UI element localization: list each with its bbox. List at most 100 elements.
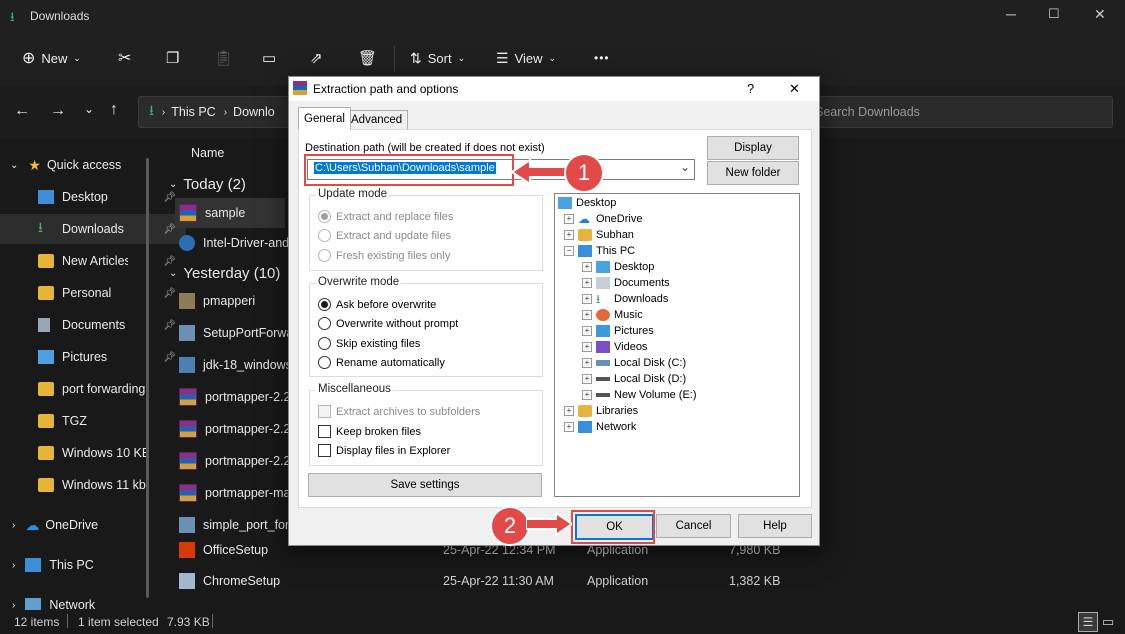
winrar-icon [293, 81, 307, 95]
tree-item-new-volume-e[interactable]: + New Volume (E:) [582, 389, 697, 401]
nav-item-documents[interactable]: Documents 📌︎ [0, 310, 186, 340]
display-button[interactable]: Display [707, 136, 799, 160]
tree-item-subhan[interactable]: + Subhan [564, 229, 634, 241]
nav-item-windows-11-kb[interactable]: Windows 11 kb [0, 470, 186, 500]
more-options-button[interactable]: ••• [594, 44, 610, 72]
desktop-icon [38, 190, 54, 204]
tree-item-downloads[interactable]: + ⭳ Downloads [582, 293, 668, 305]
tree-item-libraries[interactable]: + Libraries [564, 405, 638, 417]
destination-label: Destination path (will be created if doe… [305, 142, 545, 154]
radio-extract-update[interactable]: Extract and update files [318, 229, 451, 242]
dialog-close-icon[interactable]: ✕ [789, 81, 800, 97]
recent-chevron-icon[interactable]: ⌄ [84, 102, 94, 116]
new-button[interactable]: ⊕ New ⌄ [22, 44, 81, 72]
sort-button[interactable]: ⇅ Sort ⌄ [410, 44, 465, 72]
new-folder-button[interactable]: New folder [707, 161, 799, 185]
save-settings-button[interactable]: Save settings [308, 473, 542, 497]
documents-icon [38, 318, 50, 332]
back-icon[interactable]: ← [14, 102, 30, 120]
nav-item-pictures[interactable]: Pictures 📌︎ [0, 342, 186, 372]
tree-item-network[interactable]: + Network [564, 421, 636, 433]
installer-icon [179, 293, 195, 309]
cut-button[interactable]: ✂ [118, 44, 131, 72]
maximize-button[interactable]: ☐ [1048, 6, 1060, 22]
videos-icon [596, 341, 610, 353]
setup-icon [179, 517, 195, 533]
group-header-yesterday[interactable]: ⌄ Yesterday (10) [169, 265, 280, 282]
expand-chevron-icon: › [12, 519, 16, 531]
search-box[interactable]: Search Downloads [815, 96, 1113, 128]
nav-onedrive[interactable]: › ☁ OneDrive [0, 510, 148, 540]
tab-advanced[interactable]: Advanced [345, 110, 409, 130]
tree-item-onedrive[interactable]: + ☁ OneDrive [564, 213, 642, 225]
minimize-button[interactable]: ─ [1006, 6, 1016, 22]
view-button[interactable]: ☰ View ⌄ [496, 44, 556, 72]
details-view-icon[interactable]: ☰ [1078, 612, 1098, 632]
trash-icon: 🗑︎ [358, 50, 378, 67]
nav-scrollbar[interactable] [146, 158, 149, 598]
drive-icon [596, 377, 610, 381]
tab-general[interactable]: General [298, 107, 351, 130]
checkbox-display-in-explorer[interactable]: Display files in Explorer [318, 444, 450, 457]
desktop-icon [596, 261, 610, 273]
checkbox-keep-broken-files[interactable]: Keep broken files [318, 425, 421, 438]
computer-icon [578, 245, 592, 257]
checkbox-extract-to-subfolders[interactable]: Extract archives to subfolders [318, 405, 480, 418]
tree-item-pc-desktop[interactable]: + Desktop [582, 261, 654, 273]
radio-fresh-existing[interactable]: Fresh existing files only [318, 249, 450, 262]
pictures-icon [596, 325, 610, 337]
tree-item-local-disk-c[interactable]: + Local Disk (C:) [582, 357, 686, 369]
tree-item-this-pc[interactable]: − This PC [564, 245, 635, 257]
paste-button[interactable]: 📋︎ [214, 44, 233, 72]
nav-item-port-forwarding[interactable]: port forwarding [0, 374, 186, 404]
radio-ask-before-overwrite[interactable]: Ask before overwrite [318, 298, 436, 311]
rename-button[interactable]: ▭ [262, 44, 276, 72]
share-button[interactable]: ⇗ [310, 44, 323, 72]
tree-item-documents[interactable]: + Documents [582, 277, 670, 289]
forward-icon[interactable]: → [50, 102, 66, 120]
file-row-sample[interactable]: sample [175, 198, 285, 228]
nav-item-personal[interactable]: Personal 📌︎ [0, 278, 186, 308]
nav-item-downloads[interactable]: ⭳ Downloads 📌︎ [0, 214, 186, 244]
tree-item-desktop[interactable]: Desktop [558, 197, 616, 209]
chevron-down-icon[interactable]: ⌄ [680, 160, 690, 174]
tiles-view-icon[interactable]: ▭ [1102, 614, 1114, 630]
item-count: 12 items [14, 615, 60, 629]
copy-button[interactable]: ❐ [166, 44, 179, 72]
nav-item-new-articles[interactable]: New Articles 📌︎ [0, 246, 186, 276]
radio-rename-automatically[interactable]: Rename automatically [318, 356, 445, 369]
tree-item-pictures[interactable]: + Pictures [582, 325, 654, 337]
up-icon[interactable]: ↑ [110, 101, 118, 119]
cancel-button[interactable]: Cancel [656, 514, 731, 538]
help-icon[interactable]: ? [747, 81, 754, 96]
paste-icon: 📋︎ [214, 50, 234, 67]
radio-extract-replace[interactable]: Extract and replace files [318, 210, 453, 223]
radio-overwrite-without-prompt[interactable]: Overwrite without prompt [318, 317, 458, 330]
nav-quick-access[interactable]: ⌄ ★ Quick access [0, 150, 148, 180]
tree-item-music[interactable]: + Music [582, 309, 643, 321]
dialog-title-bar: Extraction path and options ? ✕ [289, 77, 819, 101]
address-box[interactable]: ⭳ › This PC › Downloads [138, 96, 300, 128]
plus-circle-icon: ⊕ [22, 50, 36, 67]
radio-skip-existing[interactable]: Skip existing files [318, 337, 420, 350]
highlight-ok-button [571, 510, 655, 544]
tree-item-local-disk-d[interactable]: + Local Disk (D:) [582, 373, 686, 385]
expand-chevron-icon: › [12, 599, 16, 611]
nav-this-pc[interactable]: › This PC [0, 550, 148, 580]
nav-item-tgz[interactable]: TGZ [0, 406, 186, 436]
folder-tree[interactable]: Desktop + ☁ OneDrive + Subhan − This PC + Des… [554, 193, 800, 497]
nav-item-windows-10-kb[interactable]: Windows 10 KB [0, 438, 186, 468]
breadcrumb-this-pc[interactable]: This PC [171, 105, 215, 119]
arrow-icon [526, 511, 572, 537]
help-button[interactable]: Help [738, 514, 812, 538]
column-header-name[interactable]: Name [191, 146, 224, 160]
close-window-button[interactable]: ✕ [1094, 6, 1106, 23]
tree-item-videos[interactable]: + Videos [582, 341, 647, 353]
breadcrumb-downloads[interactable]: Downloads [233, 105, 275, 119]
group-header-today[interactable]: ⌄ Today (2) [169, 176, 246, 193]
delete-button[interactable]: 🗑︎ [358, 44, 377, 72]
drive-icon [596, 393, 610, 397]
nav-item-desktop[interactable]: Desktop 📌︎ [0, 182, 186, 212]
miscellaneous-group: Miscellaneous Extract archives to subfol… [309, 383, 543, 466]
file-row-chromesetup[interactable]: ChromeSetup 25-Apr-22 11:30 AM Applicati… [175, 566, 1115, 596]
